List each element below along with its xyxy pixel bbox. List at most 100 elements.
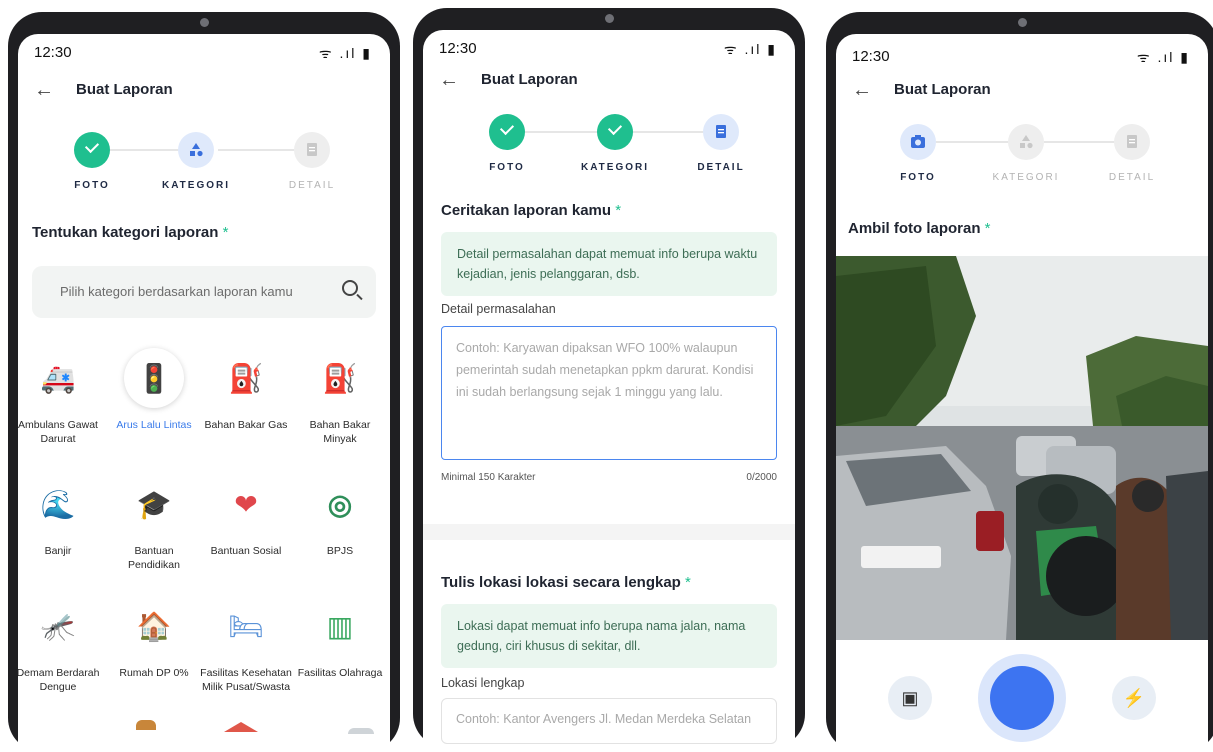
- section-divider: [423, 524, 795, 540]
- check-icon: [74, 132, 110, 168]
- category-bahan-bakar-minyak[interactable]: ⛽ Bahan Bakar Minyak: [294, 348, 386, 446]
- screen-detail: 12:30 ᯤ .ıl ▮ ← Buat Laporan FOTO KATEGO…: [423, 30, 795, 748]
- field-icon: ▥: [326, 610, 354, 642]
- app-header: ← Buat Laporan: [852, 80, 1192, 104]
- category-label: Fasilitas Olahraga: [297, 667, 383, 679]
- category-label: Banjir: [44, 545, 72, 557]
- category-search[interactable]: Pilih kategori berdasarkan laporan kamu: [32, 266, 376, 318]
- category-demam-berdarah[interactable]: 🦟 Demam Berdarah Dengue: [18, 596, 104, 694]
- house-tag-icon: 🏠: [136, 610, 172, 642]
- status-bar: 12:30 ᯤ .ıl ▮: [439, 40, 777, 60]
- category-label: Fasilitas Kesehatan Milik Pusat/Swasta: [200, 667, 292, 693]
- front-camera: [200, 18, 209, 27]
- section-title-text: Ceritakan laporan kamu: [441, 202, 612, 219]
- step-foto: FOTO: [868, 124, 968, 183]
- status-bar: 12:30 ᯤ .ıl ▮: [852, 48, 1190, 68]
- status-bar: 12:30 ᯤ .ıl ▮: [34, 44, 372, 64]
- step-detail: DETAIL: [262, 132, 362, 191]
- phone-frame-kategori: 12:30 ᯤ .ıl ▮ ← Buat Laporan FOTO KATEGO…: [8, 12, 400, 752]
- app-header: ← Buat Laporan: [34, 80, 374, 104]
- back-arrow-icon[interactable]: ←: [439, 70, 459, 90]
- category-fasilitas-kesehatan[interactable]: 🛏 Fasilitas Kesehatan Milik Pusat/Swasta: [200, 596, 292, 694]
- detail-textarea[interactable]: Contoh: Karyawan dipaksan WFO 100% walau…: [441, 326, 777, 460]
- section-title-text: Ambil foto laporan: [848, 220, 981, 237]
- char-counter: 0/2000: [746, 472, 777, 483]
- category-bantuan-sosial[interactable]: ❤ Bantuan Sosial: [200, 474, 292, 558]
- graduation-cap-icon: 🎓: [136, 488, 172, 520]
- step-label: DETAIL: [697, 162, 745, 173]
- category-fasilitas-olahraga[interactable]: ▥ Fasilitas Olahraga: [294, 596, 386, 680]
- hospital-bed-icon: 🛏: [228, 610, 264, 642]
- section-title: Ambil foto laporan *: [848, 220, 991, 237]
- category-label: Bantuan Sosial: [210, 545, 282, 557]
- field-label-detail: Detail permasalahan: [441, 302, 556, 316]
- document-icon: [294, 132, 330, 168]
- step-label: DETAIL: [1108, 172, 1156, 183]
- shutter-core: [990, 666, 1054, 730]
- step-detail: DETAIL: [1082, 124, 1182, 183]
- camera-viewfinder[interactable]: [836, 256, 1208, 640]
- category-label: Bantuan Pendidikan: [128, 545, 180, 571]
- min-char-hint: Minimal 150 Karakter: [441, 472, 536, 483]
- step-label: KATEGORI: [161, 180, 231, 191]
- step-label: DETAIL: [288, 180, 336, 191]
- camera-icon: [900, 124, 936, 160]
- category-ambulans[interactable]: 🚑 Ambulans Gawat Darurat: [18, 348, 104, 446]
- back-arrow-icon[interactable]: ←: [852, 80, 872, 100]
- category-label: Ambulans Gawat Darurat: [18, 419, 98, 445]
- partial-category-icon: [224, 722, 258, 732]
- step-kategori: KATEGORI: [565, 114, 665, 173]
- shapes-icon: [1008, 124, 1044, 160]
- category-bpjs[interactable]: ◎ BPJS: [294, 474, 386, 558]
- page-title: Buat Laporan: [76, 81, 173, 98]
- search-icon[interactable]: [342, 280, 358, 296]
- step-label: FOTO: [74, 180, 110, 191]
- section-title-text: Tulis lokasi lokasi secara lengkap: [441, 574, 681, 591]
- heart-hand-icon: ❤: [234, 488, 258, 520]
- step-kategori: KATEGORI: [146, 132, 246, 191]
- phone-frame-detail: 12:30 ᯤ .ıl ▮ ← Buat Laporan FOTO KATEGO…: [413, 8, 805, 748]
- category-arus-lalu-lintas[interactable]: 🚦 Arus Lalu Lintas: [108, 348, 200, 432]
- document-icon: [703, 114, 739, 150]
- required-mark: *: [222, 224, 229, 241]
- step-foto: FOTO: [457, 114, 557, 173]
- phone-frame-foto: 12:30 ᯤ .ıl ▮ ← Buat Laporan FOTO KATEGO…: [826, 12, 1213, 752]
- section-title-text: Tentukan kategori laporan: [32, 224, 219, 241]
- flash-off-icon[interactable]: ⚡: [1112, 676, 1156, 720]
- status-icons: ᯤ .ıl ▮: [318, 45, 372, 61]
- category-label: Demam Berdarah Dengue: [18, 667, 100, 693]
- screen-kategori: 12:30 ᯤ .ıl ▮ ← Buat Laporan FOTO KATEGO…: [18, 34, 390, 752]
- step-label: KATEGORI: [992, 172, 1060, 183]
- traffic-light-icon: 🚦: [124, 348, 184, 408]
- status-time: 12:30: [439, 40, 477, 57]
- stepper: FOTO KATEGORI DETAIL: [423, 114, 795, 194]
- front-camera: [605, 14, 614, 23]
- category-rumah-dp[interactable]: 🏠 Rumah DP 0%: [108, 596, 200, 680]
- category-banjir[interactable]: 🌊 Banjir: [18, 474, 104, 558]
- category-label: Rumah DP 0%: [119, 667, 189, 679]
- gas-pump-icon: ⛽: [228, 362, 264, 394]
- category-bantuan-pendidikan[interactable]: 🎓 Bantuan Pendidikan: [108, 474, 200, 572]
- step-label: KATEGORI: [580, 162, 650, 173]
- stepper: FOTO KATEGORI DETAIL: [836, 124, 1208, 204]
- ambulance-icon: 🚑: [40, 362, 76, 394]
- category-bahan-bakar-gas[interactable]: ⛽ Bahan Bakar Gas: [200, 348, 292, 432]
- shutter-button[interactable]: [978, 654, 1066, 742]
- partial-category-icon: [348, 728, 374, 734]
- bpjs-logo-icon: ◎: [327, 488, 353, 520]
- camera-controls: ▣ ⚡: [836, 640, 1208, 752]
- fuel-nozzle-icon: ⛽: [322, 362, 358, 394]
- step-detail: DETAIL: [671, 114, 771, 173]
- partial-category-icon: [136, 720, 156, 730]
- traffic-photo: [836, 256, 1208, 640]
- back-arrow-icon[interactable]: ←: [34, 80, 54, 100]
- field-label-lokasi: Lokasi lengkap: [441, 676, 525, 690]
- step-label: FOTO: [489, 162, 525, 173]
- lokasi-input[interactable]: Contoh: Kantor Avengers Jl. Medan Merdek…: [441, 698, 777, 744]
- status-icons: ᯤ .ıl ▮: [1136, 49, 1190, 65]
- document-icon: [1114, 124, 1150, 160]
- status-time: 12:30: [852, 48, 890, 65]
- screen-foto: 12:30 ᯤ .ıl ▮ ← Buat Laporan FOTO KATEGO…: [836, 34, 1208, 752]
- gallery-icon[interactable]: ▣: [888, 676, 932, 720]
- check-icon: [597, 114, 633, 150]
